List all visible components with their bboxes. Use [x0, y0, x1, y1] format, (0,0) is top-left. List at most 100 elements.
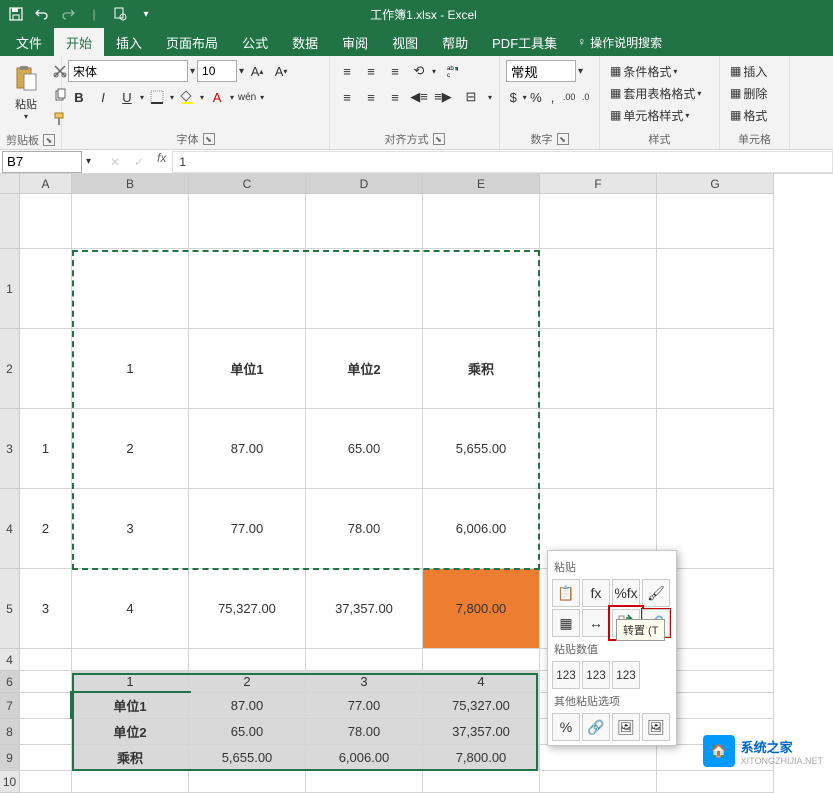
cell[interactable]: 5,655.00: [423, 409, 540, 489]
cell[interactable]: 4: [72, 569, 189, 649]
col-header-G[interactable]: G: [657, 174, 774, 194]
cell[interactable]: [540, 745, 657, 771]
increase-decimal-icon[interactable]: .00: [562, 86, 577, 108]
tab-pdf[interactable]: PDF工具集: [480, 28, 569, 56]
paste-formulas-fmt-icon[interactable]: %fx: [612, 579, 640, 607]
underline-button[interactable]: U: [116, 86, 138, 108]
align-top-icon[interactable]: ≡: [336, 60, 358, 82]
cell-styles-button[interactable]: ▦单元格样式▾: [606, 104, 705, 126]
cell[interactable]: 7,800.00: [423, 569, 540, 649]
cell[interactable]: 1: [72, 329, 189, 409]
cell[interactable]: [20, 249, 72, 329]
paste-button[interactable]: 粘贴 ▾: [6, 60, 46, 130]
paste-values-numfmt-icon[interactable]: 123: [582, 661, 610, 689]
cell[interactable]: [540, 194, 657, 249]
orientation-icon[interactable]: ⟲: [408, 60, 430, 82]
font-name-input[interactable]: [68, 60, 188, 82]
cell[interactable]: [72, 194, 189, 249]
paste-link2-icon[interactable]: 🔗: [582, 713, 610, 741]
clipboard-launcher[interactable]: ⬊: [43, 134, 55, 146]
cell[interactable]: 75,327.00: [423, 693, 540, 719]
cell[interactable]: 2: [189, 671, 306, 693]
formula-bar[interactable]: 1: [172, 151, 833, 173]
cell[interactable]: 2: [72, 409, 189, 489]
number-launcher[interactable]: ⬊: [557, 133, 569, 145]
cell[interactable]: [72, 249, 189, 329]
decrease-font-icon[interactable]: A▾: [270, 60, 292, 82]
paste-linked-pic-icon[interactable]: 🖼: [642, 713, 670, 741]
paste-formatting-icon[interactable]: %: [552, 713, 580, 741]
cell[interactable]: 7,800.00: [423, 745, 540, 771]
currency-icon[interactable]: $: [506, 86, 521, 108]
print-preview-icon[interactable]: [108, 2, 132, 26]
row-header[interactable]: 9: [0, 745, 20, 771]
bold-button[interactable]: B: [68, 86, 90, 108]
chevron-down-icon[interactable]: ▾: [134, 2, 158, 26]
row-header[interactable]: 2: [0, 329, 20, 409]
cell[interactable]: [540, 409, 657, 489]
row-header[interactable]: 3: [0, 409, 20, 489]
cell[interactable]: [423, 249, 540, 329]
paste-keep-width-icon[interactable]: ↔: [582, 609, 610, 637]
conditional-format-button[interactable]: ▦条件格式▾: [606, 60, 705, 82]
decrease-indent-icon[interactable]: ◀≡: [408, 86, 430, 108]
cell[interactable]: 乘积: [72, 745, 189, 771]
cell[interactable]: [657, 249, 774, 329]
tab-layout[interactable]: 页面布局: [154, 28, 230, 56]
row-header[interactable]: 4: [0, 649, 20, 671]
tab-help[interactable]: 帮助: [430, 28, 480, 56]
tab-view[interactable]: 视图: [380, 28, 430, 56]
align-right-icon[interactable]: ≡: [384, 86, 406, 108]
font-launcher[interactable]: ⬊: [203, 133, 215, 145]
align-left-icon[interactable]: ≡: [336, 86, 358, 108]
cancel-formula-icon[interactable]: ✕: [103, 151, 127, 173]
italic-button[interactable]: I: [92, 86, 114, 108]
cell[interactable]: [306, 249, 423, 329]
row-header[interactable]: 1: [0, 249, 20, 329]
paste-values-icon[interactable]: 123: [552, 661, 580, 689]
fx-icon[interactable]: fx: [151, 151, 172, 173]
cell[interactable]: 37,357.00: [306, 569, 423, 649]
wrap-text-icon[interactable]: abc: [438, 60, 468, 82]
cell[interactable]: [20, 329, 72, 409]
percent-icon[interactable]: %: [529, 86, 544, 108]
paste-no-borders-icon[interactable]: ▦: [552, 609, 580, 637]
cell[interactable]: 5,655.00: [189, 745, 306, 771]
row-header[interactable]: 4: [0, 489, 20, 569]
cell[interactable]: 乘积: [423, 329, 540, 409]
cell[interactable]: [540, 249, 657, 329]
cell[interactable]: [72, 771, 189, 793]
cell[interactable]: [20, 671, 72, 693]
cell[interactable]: [657, 409, 774, 489]
decrease-decimal-icon[interactable]: .0: [578, 86, 593, 108]
delete-cells-button[interactable]: ▦删除: [726, 82, 771, 104]
cell[interactable]: 3: [72, 489, 189, 569]
col-header-A[interactable]: A: [20, 174, 72, 194]
cell[interactable]: [540, 771, 657, 793]
cell[interactable]: 65.00: [189, 719, 306, 745]
align-center-icon[interactable]: ≡: [360, 86, 382, 108]
tab-insert[interactable]: 插入: [104, 28, 154, 56]
cell[interactable]: [657, 194, 774, 249]
cell[interactable]: [306, 194, 423, 249]
cell[interactable]: [189, 771, 306, 793]
cell[interactable]: [657, 329, 774, 409]
cell[interactable]: 37,357.00: [423, 719, 540, 745]
select-all-corner[interactable]: [0, 174, 20, 194]
phonetic-icon[interactable]: wén: [236, 86, 258, 108]
cell[interactable]: [72, 649, 189, 671]
undo-icon[interactable]: [30, 2, 54, 26]
cell[interactable]: [423, 649, 540, 671]
cell[interactable]: [306, 771, 423, 793]
table-format-button[interactable]: ▦套用表格格式▾: [606, 82, 705, 104]
number-format-input[interactable]: [506, 60, 576, 82]
align-middle-icon[interactable]: ≡: [360, 60, 382, 82]
tell-me-search[interactable]: ♀ 操作说明搜索: [569, 28, 670, 56]
alignment-launcher[interactable]: ⬊: [433, 133, 445, 145]
col-header-E[interactable]: E: [423, 174, 540, 194]
cell[interactable]: [540, 329, 657, 409]
cell[interactable]: [20, 649, 72, 671]
font-size-input[interactable]: [197, 60, 237, 82]
tab-formulas[interactable]: 公式: [230, 28, 280, 56]
col-header-C[interactable]: C: [189, 174, 306, 194]
